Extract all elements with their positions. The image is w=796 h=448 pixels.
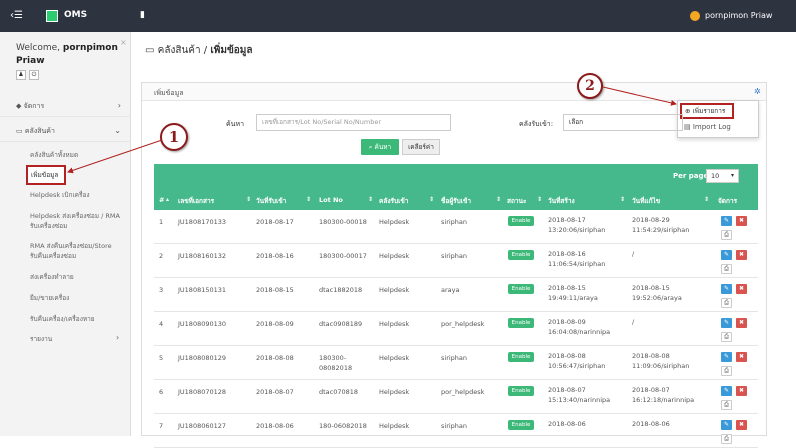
callout-arrows bbox=[67, 86, 677, 174]
callout-2-arrow bbox=[602, 86, 677, 106]
callout-1-arrow bbox=[67, 139, 163, 174]
